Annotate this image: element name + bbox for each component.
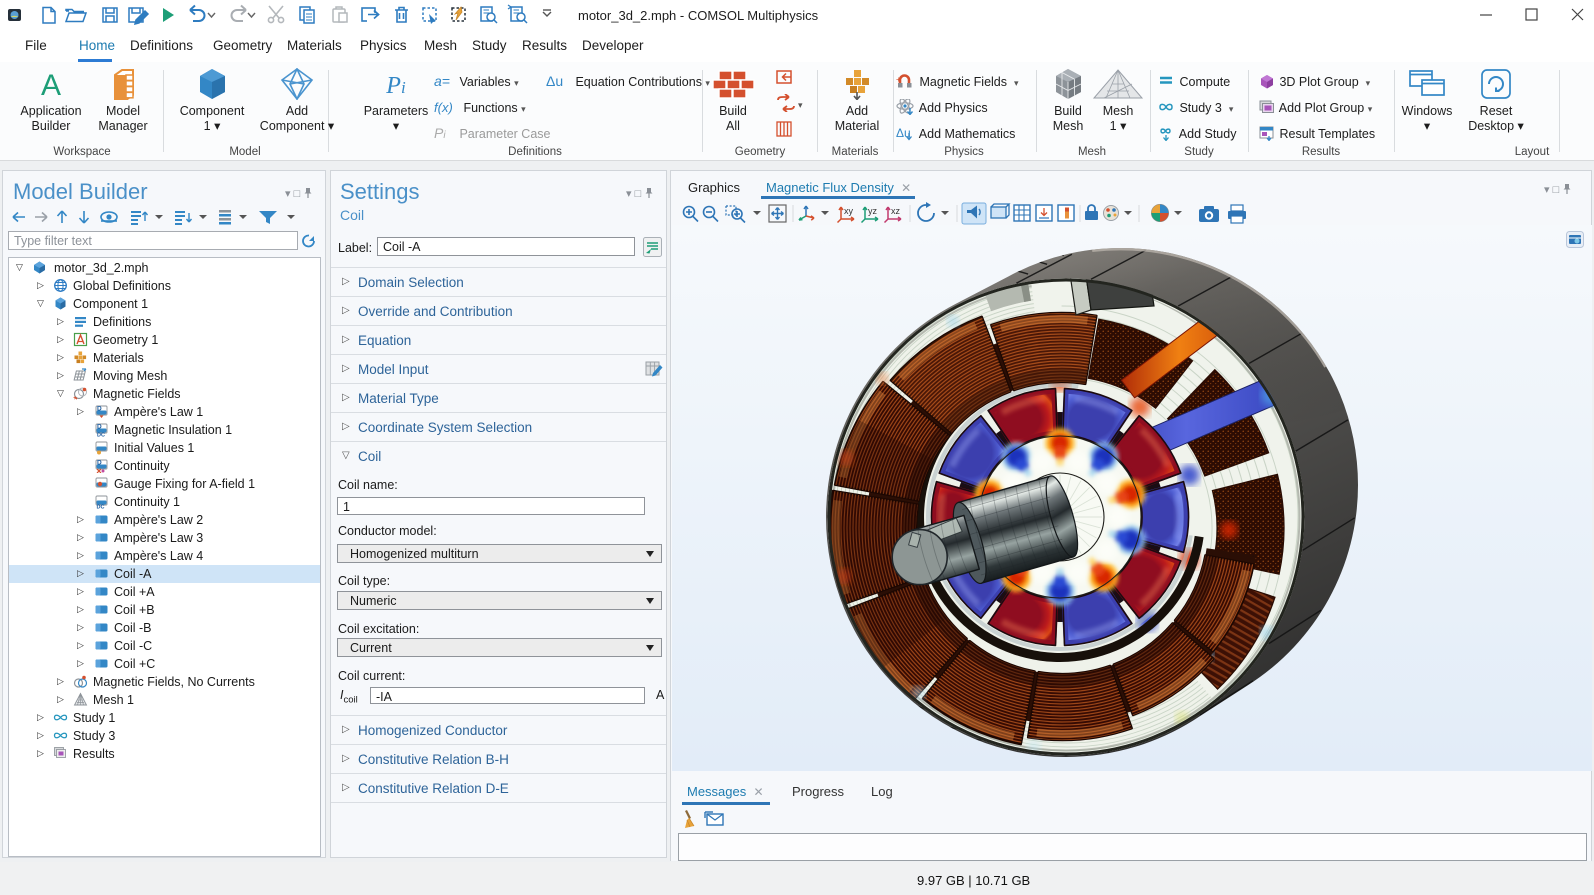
svg-text:f(x): f(x) [434,100,453,115]
svg-text:Pi: Pi [385,73,406,99]
svg-text:+: + [896,75,901,84]
svg-text:xz: xz [891,206,901,216]
svg-text:A: A [41,69,61,100]
svg-text:+: + [73,396,77,401]
svg-text:▾: ▾ [798,100,803,110]
svg-text:yz: yz [868,206,878,216]
svg-text:Pi: Pi [434,125,446,141]
svg-text:xy: xy [844,206,854,216]
svg-text:DC: DC [97,433,105,438]
svg-text:DC: DC [97,505,105,510]
svg-text:a=: a= [434,73,450,89]
svg-text:D: D [97,424,102,431]
svg-text:Δu: Δu [546,73,563,89]
svg-text:D: D [97,460,102,467]
svg-text:D: D [97,406,102,413]
